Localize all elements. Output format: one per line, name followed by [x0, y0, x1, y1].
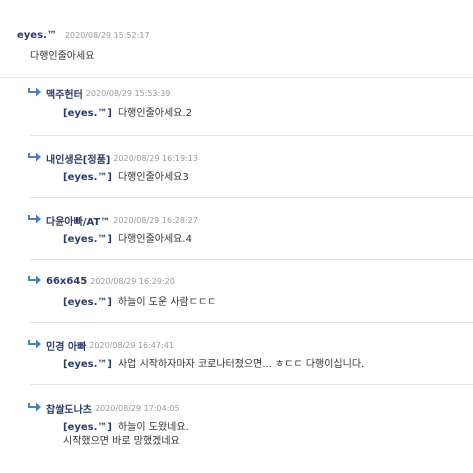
reply-text: 다행인줄아세요.4: [117, 234, 192, 245]
root-comment: eyes.™ 2020/08/29 15:52:17 다행인줄아세요: [0, 0, 473, 78]
reply-text: 하늘이 도운 사람ㄷㄷㄷ: [117, 297, 217, 308]
reply-text: 다행인줄아세요3: [117, 172, 189, 183]
reply-header: 맥주헌터 2020/08/29 15:53:39: [27, 86, 170, 101]
reply-mention: [eyes.™]: [63, 359, 112, 370]
reply-arrow-icon: [28, 214, 41, 224]
reply-header: 66x645 2020/08/29 16:29:20: [27, 275, 175, 287]
reply-item: 민경 아빠 2020/08/29 16:47:41 [eyes.™] 사업 시작하…: [0, 323, 473, 385]
reply-header: 다윤아빠/AT™ 2020/08/29 16:28:27: [27, 213, 198, 228]
reply-author[interactable]: 민경 아빠: [46, 338, 86, 353]
comment-author[interactable]: eyes.™: [17, 30, 57, 41]
reply-item: 찹쌀도나츠 2020/08/29 17:04:05 [eyes.™] 하늘이 도왔…: [0, 385, 473, 473]
reply-mention: [eyes.™]: [63, 234, 112, 245]
reply-arrow-icon: [28, 402, 41, 412]
reply-item: 맥주헌터 2020/08/29 15:53:39 [eyes.™] 다행인줄아세요…: [0, 78, 473, 136]
reply-author[interactable]: 다윤아빠/AT™: [46, 213, 110, 228]
reply-mention: [eyes.™]: [63, 172, 112, 183]
reply-line: [eyes.™] 하늘이 도왔네요.: [63, 421, 189, 435]
reply-timestamp: 2020/08/29 16:29:20: [90, 277, 175, 286]
reply-timestamp: 2020/08/29 15:53:39: [85, 89, 171, 98]
root-comment-header: eyes.™ 2020/08/29 15:52:17: [17, 23, 150, 42]
reply-author[interactable]: 맥주헌터: [46, 86, 83, 101]
reply-body: [eyes.™] 하늘이 도왔네요. 시작했으면 바로 망했겠네요: [63, 421, 189, 449]
reply-item: 다윤아빠/AT™ 2020/08/29 16:28:27 [eyes.™] 다행인…: [0, 198, 473, 260]
reply-body: [eyes.™] 다행인줄아세요3: [63, 171, 189, 185]
reply-mention: [eyes.™]: [63, 297, 112, 308]
reply-body: [eyes.™] 다행인줄아세요.2: [63, 107, 192, 121]
reply-mention: [eyes.™]: [63, 422, 112, 433]
reply-timestamp: 2020/08/29 17:04:05: [95, 404, 180, 413]
reply-body: [eyes.™] 사업 시작하자마자 코로나터졌으면... ㅎㄷㄷ 다행이십니다.: [63, 358, 364, 372]
reply-mention: [eyes.™]: [63, 108, 112, 119]
reply-header: 내인생은[정품] 2020/08/29 16:19:13: [27, 151, 198, 166]
reply-arrow-icon: [28, 152, 41, 162]
reply-body: [eyes.™] 하늘이 도운 사람ㄷㄷㄷ: [63, 296, 216, 310]
reply-arrow-icon: [28, 339, 41, 349]
reply-author[interactable]: 찹쌀도나츠: [46, 401, 92, 416]
reply-text: 다행인줄아세요.2: [117, 108, 192, 119]
reply-author[interactable]: 내인생은[정품]: [46, 151, 110, 166]
reply-timestamp: 2020/08/29 16:28:27: [113, 216, 198, 225]
reply-author[interactable]: 66x645: [46, 276, 87, 287]
reply-header: 찹쌀도나츠 2020/08/29 17:04:05: [27, 401, 180, 416]
reply-item: 66x645 2020/08/29 16:29:20 [eyes.™] 하늘이 도…: [0, 260, 473, 323]
reply-item: 내인생은[정품] 2020/08/29 16:19:13 [eyes.™] 다행인…: [0, 136, 473, 198]
comment-body: 다행인줄아세요: [30, 51, 95, 62]
reply-timestamp: 2020/08/29 16:47:41: [89, 341, 174, 350]
reply-text: 하늘이 도왔네요.: [117, 422, 189, 433]
reply-arrow-icon: [28, 275, 41, 285]
comment-timestamp: 2020/08/29 15:52:17: [64, 31, 150, 40]
reply-header: 민경 아빠 2020/08/29 16:47:41: [27, 338, 174, 353]
reply-text: 사업 시작하자마자 코로나터졌으면... ㅎㄷㄷ 다행이십니다.: [117, 359, 365, 370]
reply-body: [eyes.™] 다행인줄아세요.4: [63, 233, 192, 247]
reply-line: 시작했으면 바로 망했겠네요: [63, 436, 180, 447]
reply-arrow-icon: [28, 87, 41, 97]
reply-timestamp: 2020/08/29 16:19:13: [113, 154, 198, 163]
